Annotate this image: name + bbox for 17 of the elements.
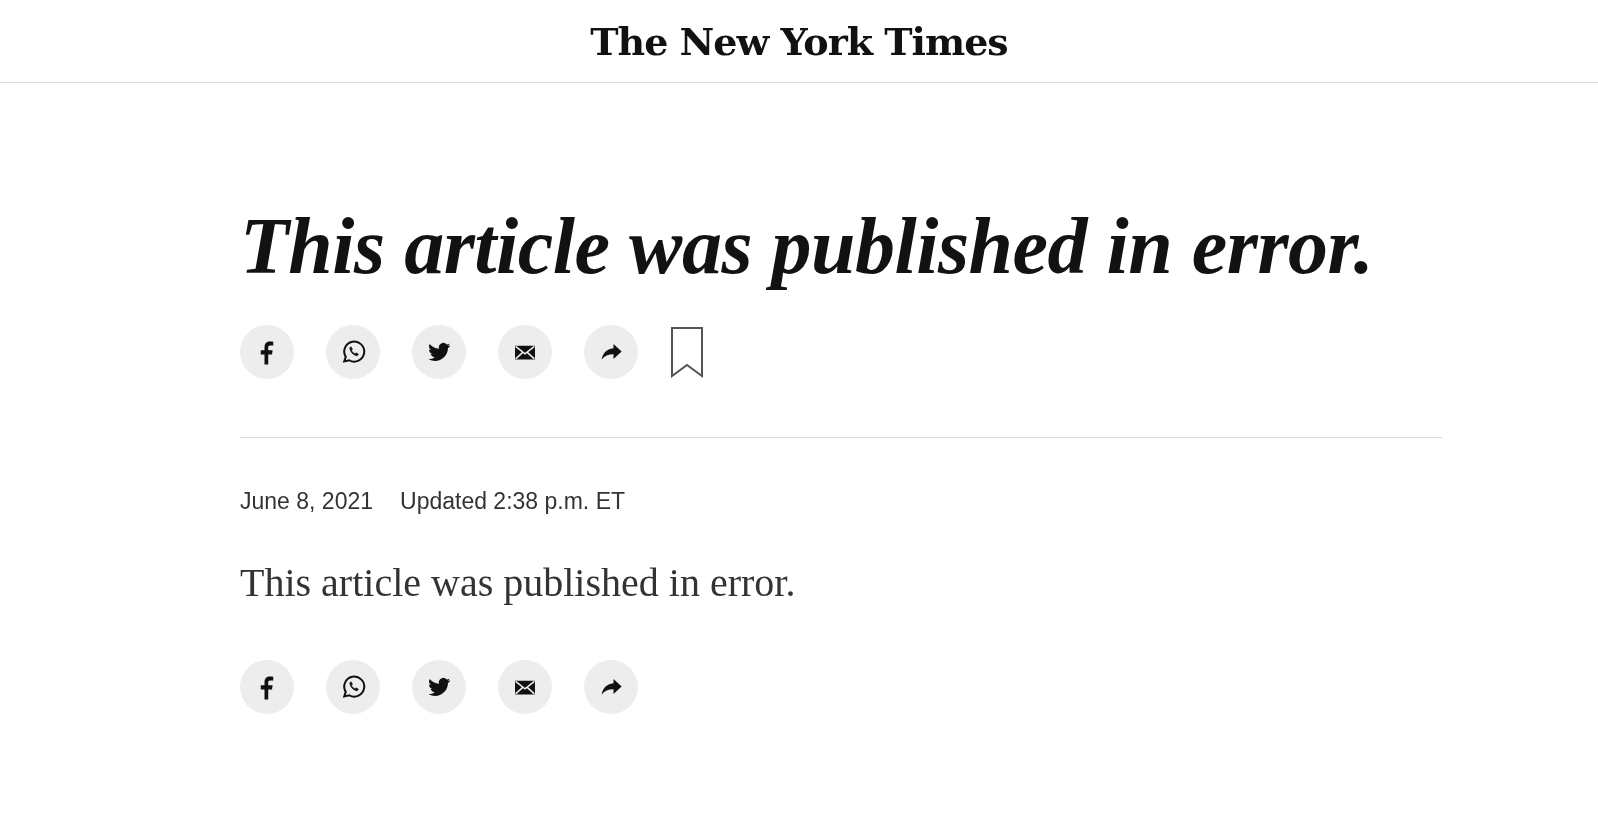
share-button[interactable] [240, 325, 294, 379]
publish-date: June 8, 2021 [240, 488, 373, 515]
share-button[interactable] [412, 325, 466, 379]
headline: This article was published in error. [240, 201, 1375, 291]
share-button[interactable] [584, 325, 638, 379]
share-button[interactable] [498, 325, 552, 379]
share-button[interactable] [326, 660, 380, 714]
share-button[interactable] [240, 660, 294, 714]
logo[interactable]: The New York Times [590, 18, 1008, 64]
share-button[interactable] [412, 660, 466, 714]
bookmark-icon [670, 326, 704, 378]
bookmark-button[interactable] [670, 326, 704, 378]
share-button[interactable] [498, 660, 552, 714]
share-button[interactable] [584, 660, 638, 714]
article-body: This article was published in error. [240, 559, 797, 606]
share-button[interactable] [326, 325, 380, 379]
updated-time: Updated 2:38 p.m. ET [400, 488, 626, 515]
